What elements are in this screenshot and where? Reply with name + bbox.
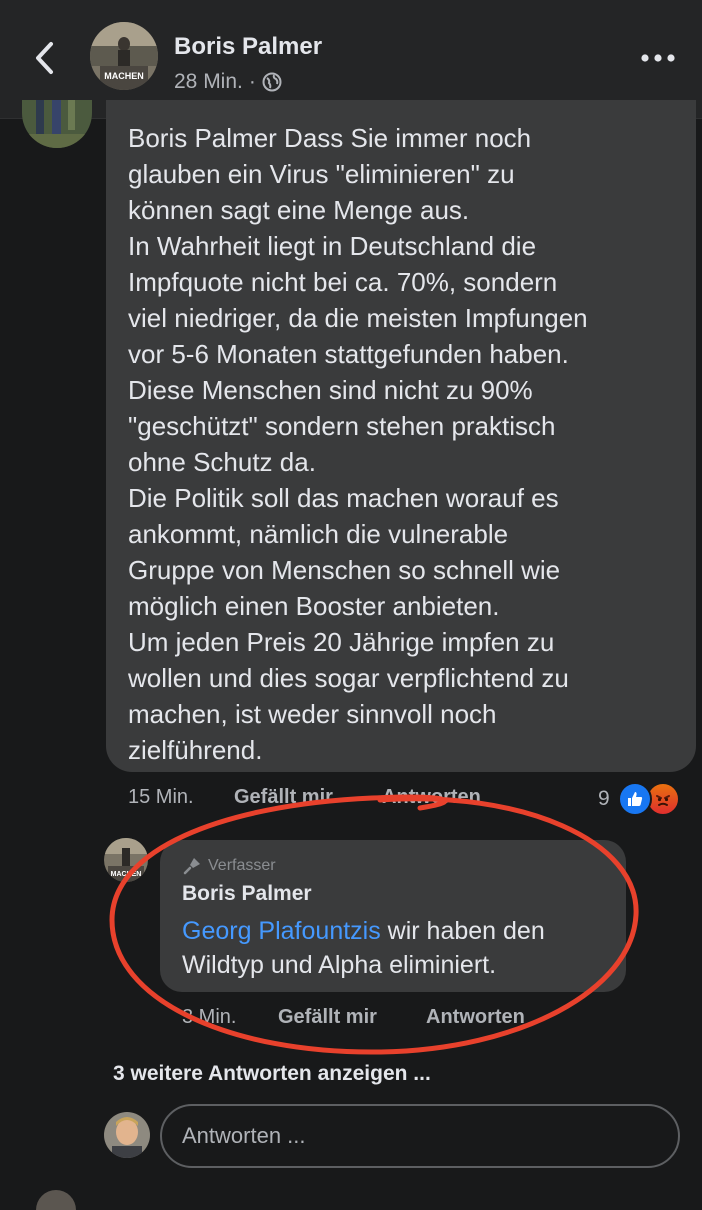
current-user-avatar (104, 1112, 150, 1158)
chevron-left-icon (36, 42, 53, 74)
back-button[interactable] (26, 38, 62, 78)
reply-reply-button[interactable]: Antworten (426, 1006, 525, 1029)
meta-separator: · (248, 70, 256, 93)
comment-time[interactable]: 15 Min. (128, 786, 234, 809)
microphone-icon (183, 858, 200, 875)
reply-author-avatar[interactable]: MACHEN (104, 838, 148, 882)
reply-time[interactable]: 3 Min. (182, 1006, 278, 1029)
reply-actions: 3 Min. Gefällt mir Antworten (182, 1006, 525, 1029)
avatar-logo-text: MACHEN (104, 71, 144, 81)
reply-author-name[interactable]: Boris Palmer (182, 882, 312, 906)
comment-reply-button[interactable]: Antworten (382, 786, 481, 809)
reaction-count: 9 (598, 787, 610, 810)
like-reaction-icon (617, 782, 652, 816)
post-time: 28 Min. (174, 70, 243, 93)
show-more-replies-link[interactable]: 3 weitere Antworten anzeigen ... (113, 1062, 431, 1086)
more-options-button[interactable] (630, 42, 686, 74)
more-dots-icon (641, 54, 675, 62)
author-badge-label: Verfasser (208, 857, 276, 874)
reply-avatar-logo-text: MACHEN (111, 871, 142, 878)
comment-reactions[interactable]: 9 (598, 782, 680, 816)
globe-icon (262, 72, 282, 92)
author-badge: Verfasser (182, 856, 276, 876)
mention-link[interactable]: Georg Plafountzis (182, 917, 381, 945)
comment-actions: 15 Min. Gefällt mir Antworten (128, 786, 481, 809)
commenter-avatar[interactable] (22, 100, 92, 148)
post-meta: 28 Min. · (174, 70, 282, 94)
comment-text: Boris Palmer Dass Sie immer noch glauben… (128, 123, 588, 765)
comment-like-button[interactable]: Gefällt mir (234, 786, 382, 809)
reply-text: Georg Plafountzis wir haben den Wildtyp … (182, 914, 622, 982)
reply-compose-input[interactable] (160, 1104, 680, 1168)
reply-like-button[interactable]: Gefällt mir (278, 1006, 426, 1029)
author-avatar[interactable]: MACHEN (90, 22, 158, 90)
next-comment-avatar (36, 1190, 76, 1210)
author-name[interactable]: Boris Palmer (174, 33, 322, 61)
